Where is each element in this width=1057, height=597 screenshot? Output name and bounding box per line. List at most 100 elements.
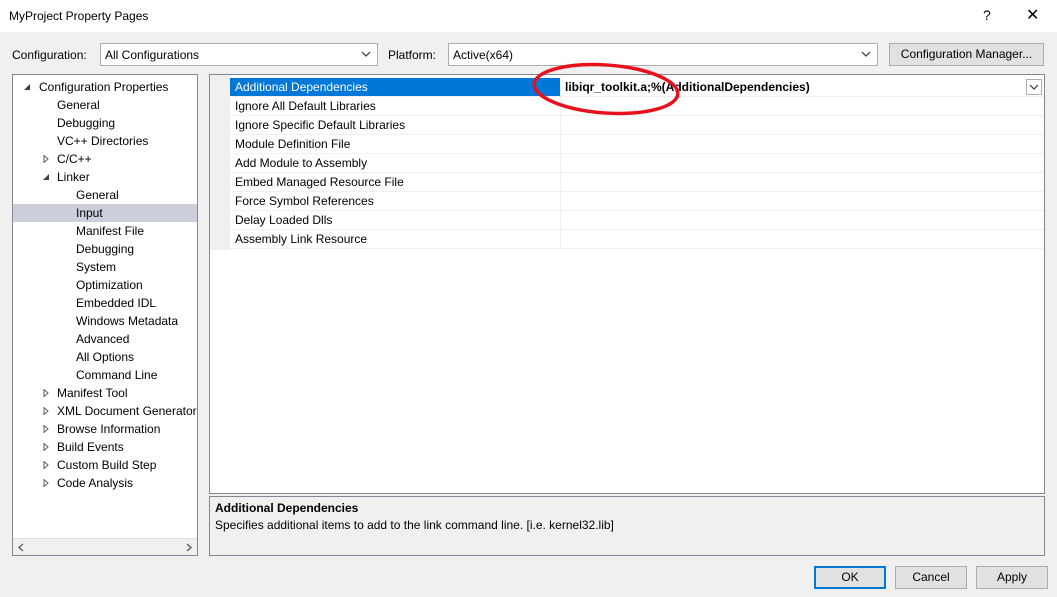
tree-horizontal-scrollbar[interactable]	[13, 538, 197, 555]
property-name: Add Module to Assembly	[230, 154, 561, 172]
tree-item-label: Input	[76, 206, 103, 220]
tree-item-label: Configuration Properties	[39, 80, 169, 94]
tree-item[interactable]: System	[13, 258, 197, 276]
description-panel: Additional Dependencies Specifies additi…	[209, 496, 1045, 556]
table-row[interactable]: Additional Dependencies libiqr_toolkit.a;…	[230, 78, 1044, 97]
chevron-down-icon	[1029, 84, 1039, 90]
property-value	[562, 173, 1044, 191]
collapsed-triangle-icon[interactable]	[42, 479, 50, 487]
tree-item[interactable]: Advanced	[13, 330, 197, 348]
tree-item-label: Debugging	[57, 116, 116, 130]
tree-item[interactable]: Debugging	[13, 240, 197, 258]
configuration-label: Configuration:	[12, 48, 87, 62]
property-value	[562, 192, 1044, 210]
tree-item-label: Custom Build Step	[57, 458, 157, 472]
tree-item[interactable]: Optimization	[13, 276, 197, 294]
property-name: Embed Managed Resource File	[230, 173, 561, 191]
table-row[interactable]: Embed Managed Resource File	[230, 173, 1044, 192]
property-value	[562, 97, 1044, 115]
tree-item[interactable]: Code Analysis	[13, 474, 197, 492]
platform-value: Active(x64)	[453, 48, 514, 62]
tree-item[interactable]: General	[13, 96, 197, 114]
tree-item-label: Debugging	[76, 242, 135, 256]
tree-item-label: Advanced	[76, 332, 130, 346]
apply-button[interactable]: Apply	[976, 566, 1048, 589]
property-name: Assembly Link Resource	[230, 230, 561, 248]
collapsed-triangle-icon[interactable]	[42, 443, 50, 451]
scroll-left-icon[interactable]	[17, 543, 25, 552]
tree-item[interactable]: Configuration Properties	[13, 78, 197, 96]
table-row[interactable]: Force Symbol References	[230, 192, 1044, 211]
cancel-button[interactable]: Cancel	[895, 566, 967, 589]
expanded-triangle-icon[interactable]	[23, 83, 31, 91]
configuration-combo[interactable]: All Configurations	[100, 43, 378, 66]
collapsed-triangle-icon[interactable]	[42, 389, 50, 397]
expanded-triangle-icon[interactable]	[42, 173, 50, 181]
tree-item[interactable]: Linker	[13, 168, 197, 186]
tree-item-label: Manifest File	[76, 224, 145, 238]
tree-item-label: C/C++	[57, 152, 92, 166]
tree-item-label: Browse Information	[57, 422, 161, 436]
configuration-value: All Configurations	[105, 48, 200, 62]
table-row[interactable]: Add Module to Assembly	[230, 154, 1044, 173]
tree-item-label: Build Events	[57, 440, 124, 454]
tree-item[interactable]: Debugging	[13, 114, 197, 132]
tree-item[interactable]: XML Document Generator	[13, 402, 197, 420]
tree-item[interactable]: Manifest Tool	[13, 384, 197, 402]
property-value	[562, 211, 1044, 229]
tree-item-label: Optimization	[76, 278, 143, 292]
tree-item[interactable]: Command Line	[13, 366, 197, 384]
tree-item[interactable]: Embedded IDL	[13, 294, 197, 312]
platform-combo[interactable]: Active(x64)	[448, 43, 878, 66]
property-value[interactable]: libiqr_toolkit.a;%(AdditionalDependencie…	[562, 78, 1044, 96]
tree-item-label: System	[76, 260, 117, 274]
tree-item[interactable]: Input	[13, 204, 197, 222]
property-value	[562, 154, 1044, 172]
property-name: Force Symbol References	[230, 192, 561, 210]
table-row[interactable]: Ignore Specific Default Libraries	[230, 116, 1044, 135]
tree-item-label: VC++ Directories	[57, 134, 149, 148]
tree-item[interactable]: All Options	[13, 348, 197, 366]
ok-button[interactable]: OK	[814, 566, 886, 589]
chevron-down-icon	[861, 51, 871, 57]
property-name: Ignore Specific Default Libraries	[230, 116, 561, 134]
tree-item-label: Code Analysis	[57, 476, 134, 490]
collapsed-triangle-icon[interactable]	[42, 407, 50, 415]
property-tree[interactable]: Configuration Properties General Debugging…	[12, 74, 198, 556]
table-row[interactable]: Delay Loaded Dlls	[230, 211, 1044, 230]
collapsed-triangle-icon[interactable]	[42, 461, 50, 469]
value-dropdown-button[interactable]	[1026, 79, 1042, 95]
property-name: Module Definition File	[230, 135, 561, 153]
help-button[interactable]: ?	[983, 7, 991, 23]
close-button[interactable]: ✕	[1026, 5, 1039, 25]
platform-label: Platform:	[388, 48, 437, 62]
tree-item[interactable]: Windows Metadata	[13, 312, 197, 330]
table-row[interactable]: Module Definition File	[230, 135, 1044, 154]
collapsed-triangle-icon[interactable]	[42, 425, 50, 433]
table-row[interactable]: Ignore All Default Libraries	[230, 97, 1044, 116]
tree-item[interactable]: Browse Information	[13, 420, 197, 438]
tree-item-label: Embedded IDL	[76, 296, 157, 310]
tree-item-label: General	[57, 98, 100, 112]
tree-item[interactable]: Manifest File	[13, 222, 197, 240]
tree-item[interactable]: General	[13, 186, 197, 204]
table-row[interactable]: Assembly Link Resource	[230, 230, 1044, 249]
chevron-down-icon	[361, 51, 371, 57]
property-name: Ignore All Default Libraries	[230, 97, 561, 115]
window-title: MyProject Property Pages	[9, 9, 149, 23]
property-grid[interactable]: Additional Dependencies libiqr_toolkit.a;…	[209, 74, 1045, 494]
grid-gutter	[210, 75, 230, 250]
tree-item-label: Windows Metadata	[76, 314, 179, 328]
tree-item[interactable]: Build Events	[13, 438, 197, 456]
tree-item-label: Linker	[57, 170, 90, 184]
tree-item[interactable]: C/C++	[13, 150, 197, 168]
tree-item[interactable]: VC++ Directories	[13, 132, 197, 150]
property-value	[562, 230, 1044, 248]
collapsed-triangle-icon[interactable]	[42, 155, 50, 163]
scroll-right-icon[interactable]	[185, 543, 193, 552]
property-name: Delay Loaded Dlls	[230, 211, 561, 229]
configuration-manager-button[interactable]: Configuration Manager...	[889, 43, 1044, 66]
tree-item-label: XML Document Generator	[57, 404, 197, 418]
description-title: Additional Dependencies	[215, 501, 359, 515]
tree-item[interactable]: Custom Build Step	[13, 456, 197, 474]
